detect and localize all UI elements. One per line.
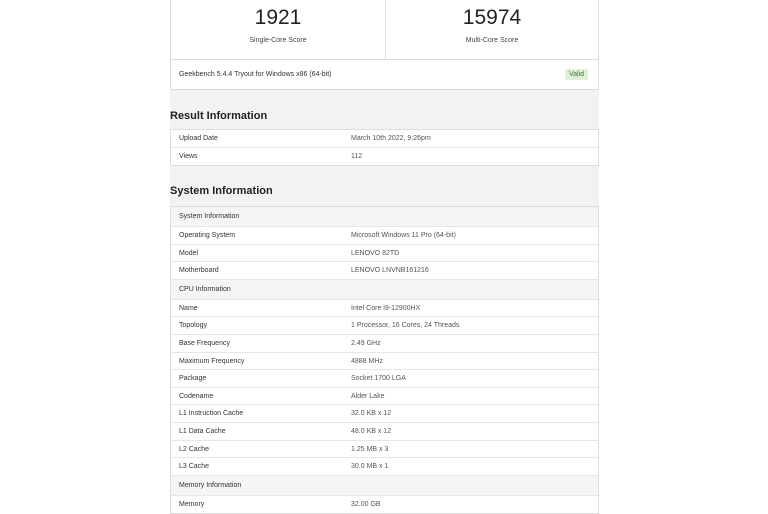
- table-row: Name Intel Core i9-12900HX: [171, 300, 598, 318]
- multi-core-label: Multi-Core Score: [465, 37, 519, 44]
- row-value: Microsoft Windows 11 Pro (64-bit): [351, 232, 456, 239]
- group-title: System Information: [179, 213, 240, 220]
- row-name: Model: [179, 249, 199, 257]
- table-row: Base Frequency 2.49 GHz: [171, 335, 598, 353]
- row-name: Motherboard: [179, 267, 219, 275]
- table-row: Model LENOVO 82TD: [171, 245, 598, 263]
- row-value: 30.0 MB x 1: [351, 463, 389, 471]
- system-information-heading: System Information: [170, 185, 273, 197]
- row-value: Intel Core i9-12900HX: [351, 304, 421, 312]
- row-value: 1 Processor, 16 Cores, 24 Threads: [351, 322, 460, 330]
- row-name: L1 Data Cache: [179, 427, 226, 435]
- table-row: Topology 1 Processor, 16 Cores, 24 Threa…: [171, 317, 598, 335]
- row-name: Maximum Frequency: [179, 357, 245, 365]
- row-name: Package: [179, 375, 207, 383]
- row-value: 2.49 GHz: [351, 339, 381, 347]
- multi-core-score: 15974: [462, 6, 522, 29]
- row-value: 112: [351, 152, 363, 160]
- result-information-heading: Result Information: [170, 110, 268, 122]
- version-row: Geekbench 5.4.4 Tryout for Windows x86 (…: [171, 59, 598, 91]
- group-header-cpu: CPU Information: [171, 279, 598, 300]
- row-value: LENOVO LNVNB161216: [351, 267, 429, 275]
- row-name: Topology: [179, 322, 208, 330]
- score-card: 1921 Single-Core Score 15974 Multi-Core …: [170, 0, 599, 90]
- row-name: L2 Cache: [179, 445, 209, 453]
- geekbench-version: Geekbench 5.4.4 Tryout for Windows x86 (…: [179, 71, 332, 78]
- valid-badge: Valid: [564, 69, 588, 80]
- row-value: March 10th 2022, 9:26pm: [351, 135, 431, 142]
- row-name: Base Frequency: [179, 339, 230, 347]
- row-name: L3 Cache: [179, 463, 209, 471]
- row-value: 32.0 KB x 12: [351, 410, 392, 418]
- multi-core-score-box: 15974 Multi-Core Score: [385, 0, 599, 59]
- row-name: Name: [179, 304, 198, 312]
- table-row: Package Socket 1700 LGA: [171, 370, 598, 388]
- table-row: L1 Instruction Cache 32.0 KB x 12: [171, 405, 598, 423]
- table-row: Views 112: [171, 148, 598, 166]
- row-name: Operating System: [179, 232, 236, 239]
- row-name: L1 Instruction Cache: [179, 410, 244, 418]
- row-name: Views: [179, 152, 198, 160]
- single-core-score-box: 1921 Single-Core Score: [171, 0, 386, 59]
- row-value: Alder Lake: [351, 392, 385, 400]
- group-header-memory: Memory Information: [171, 475, 598, 496]
- row-name: Upload Date: [179, 135, 218, 142]
- row-value: 32.00 GB: [351, 500, 381, 508]
- row-value: 4888 MHz: [351, 357, 383, 365]
- table-row: L1 Data Cache 48.0 KB x 12: [171, 423, 598, 441]
- row-name: Codename: [179, 392, 214, 400]
- table-row: Upload Date March 10th 2022, 9:26pm: [171, 130, 598, 148]
- row-value: Socket 1700 LGA: [351, 375, 406, 383]
- table-row: L3 Cache 30.0 MB x 1: [171, 458, 598, 476]
- row-value: 1.25 MB x 3: [351, 445, 389, 453]
- group-title: CPU Information: [179, 285, 231, 293]
- table-row: L2 Cache 1.25 MB x 3: [171, 441, 598, 459]
- system-information-table: System Information Operating System Micr…: [170, 206, 599, 514]
- table-row: Motherboard LENOVO LNVNB161216: [171, 262, 598, 280]
- row-value: 48.0 KB x 12: [351, 427, 392, 435]
- table-row: Maximum Frequency 4888 MHz: [171, 353, 598, 371]
- group-title: Memory Information: [179, 481, 242, 489]
- row-name: Memory: [179, 500, 205, 508]
- table-row: Operating System Microsoft Windows 11 Pr…: [171, 227, 598, 245]
- group-header-system: System Information: [171, 207, 598, 227]
- table-row: Codename Alder Lake: [171, 388, 598, 406]
- single-core-score: 1921: [254, 6, 302, 29]
- table-row: Memory 32.00 GB: [171, 496, 598, 514]
- row-value: LENOVO 82TD: [351, 249, 400, 257]
- single-core-label: Single-Core Score: [249, 37, 307, 44]
- result-information-table: Upload Date March 10th 2022, 9:26pm View…: [170, 129, 599, 167]
